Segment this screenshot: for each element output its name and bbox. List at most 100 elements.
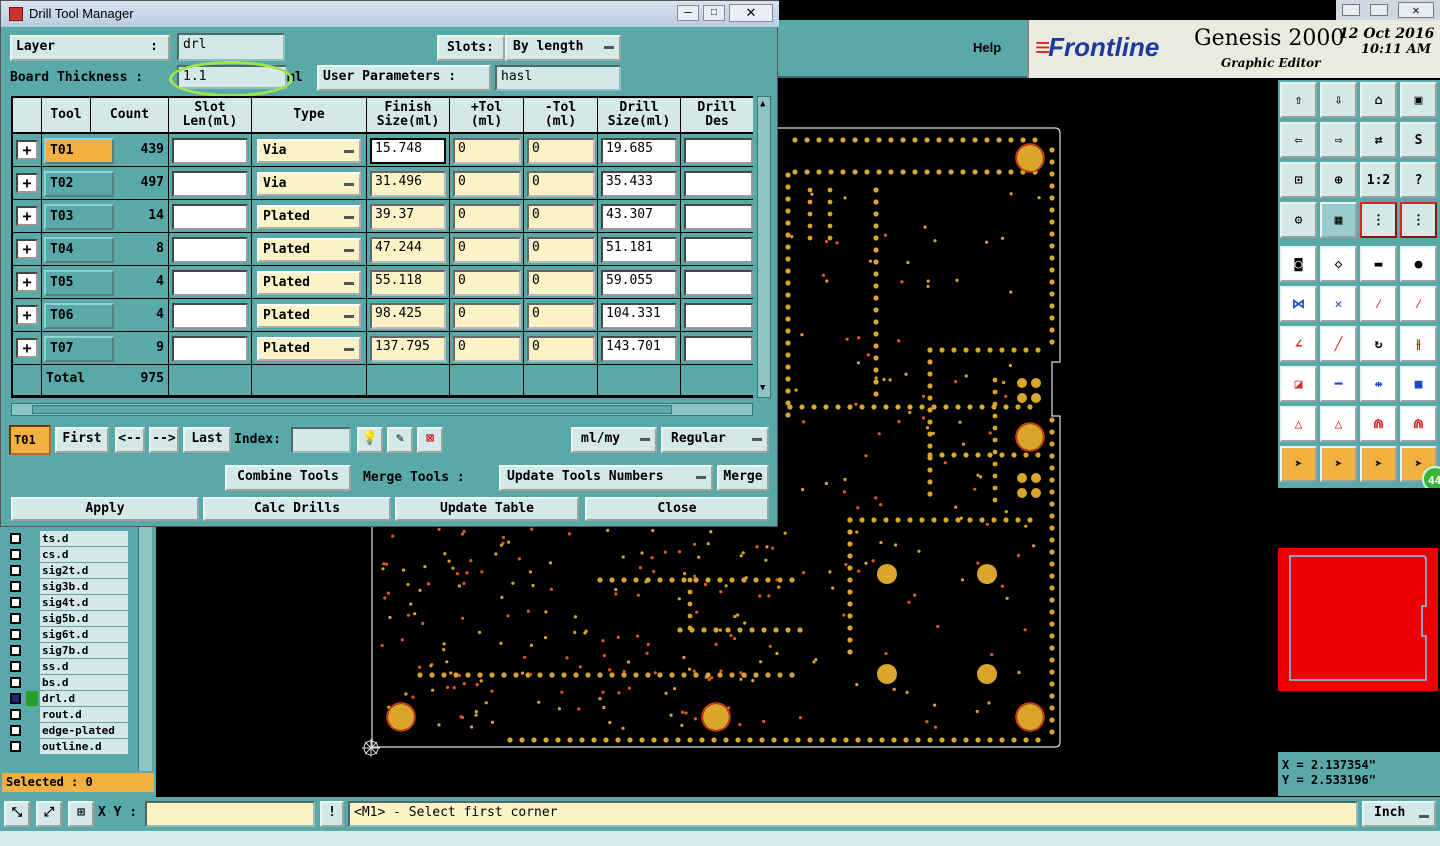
home-icon[interactable]: ⌂: [1360, 82, 1397, 118]
diagonal-icon[interactable]: ╱: [1320, 326, 1357, 362]
layer-checkbox[interactable]: [10, 677, 21, 688]
table-hscrollbar[interactable]: [11, 403, 753, 416]
apply-button[interactable]: Apply: [11, 497, 199, 521]
tool-type-select[interactable]: Via: [257, 139, 361, 163]
layer-checkbox[interactable]: [10, 741, 21, 752]
node-link-icon[interactable]: ⋈: [1280, 286, 1317, 322]
plus-tol-input[interactable]: 0: [453, 237, 521, 263]
zoom-area-icon[interactable]: ⤢: [36, 801, 62, 827]
layer-row[interactable]: sig7b.d: [6, 643, 156, 658]
expand-icon[interactable]: +: [16, 239, 38, 259]
layer-row[interactable]: bs.d: [6, 675, 156, 690]
layer-checkbox[interactable]: [10, 597, 21, 608]
tool-type-select[interactable]: Plated: [257, 337, 361, 361]
combine-tools-button[interactable]: Combine Tools: [225, 465, 351, 491]
drill-des-input[interactable]: [684, 336, 753, 362]
calc-drills-button[interactable]: Calc Drills: [203, 497, 391, 521]
minus-tol-input[interactable]: 0: [527, 204, 595, 230]
tool-type-select[interactable]: Via: [257, 172, 361, 196]
tool-name[interactable]: T02: [44, 171, 114, 197]
minus-tol-input[interactable]: 0: [527, 171, 595, 197]
layer-row[interactable]: sig5b.d: [6, 611, 156, 626]
hline-icon[interactable]: ━: [1320, 366, 1357, 402]
minus-tol-input[interactable]: 0: [527, 138, 595, 164]
units-dropdown[interactable]: ml/my: [571, 427, 657, 453]
hscroll-thumb[interactable]: [32, 405, 672, 414]
delete-icon[interactable]: ⊠: [417, 427, 443, 453]
pointer-icon[interactable]: ➤: [1280, 446, 1317, 482]
layer-row[interactable]: sig2t.d: [6, 563, 156, 578]
layer-row[interactable]: cs.d: [6, 547, 156, 562]
drill-des-input[interactable]: [684, 237, 753, 263]
units-select[interactable]: Inch: [1362, 801, 1436, 827]
move-up-icon[interactable]: ⇧: [1280, 82, 1317, 118]
finish-size-input[interactable]: 137.795: [370, 336, 446, 362]
pointer-box-icon[interactable]: ➤: [1320, 446, 1357, 482]
last-button[interactable]: Last: [183, 427, 231, 453]
dialog-close-icon[interactable]: ✕: [729, 4, 773, 22]
split-icon[interactable]: ⫲: [1400, 326, 1437, 362]
first-button[interactable]: First: [55, 427, 109, 453]
tool-name[interactable]: T01: [44, 138, 114, 164]
slot-length-input[interactable]: [172, 303, 248, 329]
pointer-circle-icon[interactable]: ➤: [1360, 446, 1397, 482]
drill-size-input[interactable]: 43.307: [601, 204, 677, 230]
line-node-icon[interactable]: ⁄: [1360, 286, 1397, 322]
layer-row[interactable]: sig3b.d: [6, 579, 156, 594]
restore-icon[interactable]: [1370, 4, 1388, 16]
tool-type-select[interactable]: Plated: [257, 238, 361, 262]
user-parameters-input[interactable]: hasl: [495, 65, 621, 91]
plus-tol-input[interactable]: 0: [453, 303, 521, 329]
layer-checkbox[interactable]: [10, 565, 21, 576]
finish-size-input[interactable]: 55.118: [370, 270, 446, 296]
swap-icon[interactable]: ⇄: [1360, 122, 1397, 158]
expand-icon[interactable]: +: [16, 173, 38, 193]
layer-checkbox[interactable]: [10, 613, 21, 624]
prev-button[interactable]: <--: [115, 427, 145, 453]
move-right-icon[interactable]: ⇨: [1320, 122, 1357, 158]
layers-red-icon[interactable]: ⋮: [1360, 202, 1397, 238]
dimension-icon[interactable]: ⇹: [1360, 366, 1397, 402]
drill-des-input[interactable]: [684, 204, 753, 230]
arch-icon[interactable]: ⋒: [1360, 406, 1397, 442]
slot-length-input[interactable]: [172, 138, 248, 164]
grid-snap-icon[interactable]: ⊞: [68, 801, 94, 827]
line-node2-icon[interactable]: ⁄: [1400, 286, 1437, 322]
plus-tol-input[interactable]: 0: [453, 270, 521, 296]
drill-size-input[interactable]: 35.433: [601, 171, 677, 197]
layer-checkbox[interactable]: [10, 533, 21, 544]
merge-mode-select[interactable]: Update Tools Numbers: [499, 465, 713, 491]
expand-icon[interactable]: +: [16, 140, 38, 160]
slots-select[interactable]: By length: [505, 35, 621, 61]
merge-button[interactable]: Merge: [717, 465, 769, 491]
tool-name[interactable]: T05: [44, 270, 114, 296]
finish-size-input[interactable]: 47.244: [370, 237, 446, 263]
minus-tol-input[interactable]: 0: [527, 270, 595, 296]
angle-icon[interactable]: ∠: [1280, 326, 1317, 362]
polygon-icon[interactable]: ◇: [1320, 246, 1357, 282]
board-preview[interactable]: [1278, 488, 1440, 752]
plus-tol-input[interactable]: 0: [453, 204, 521, 230]
cross-node-icon[interactable]: ✕: [1320, 286, 1357, 322]
drill-size-input[interactable]: 19.685: [601, 138, 677, 164]
minus-tol-input[interactable]: 0: [527, 237, 595, 263]
drill-size-input[interactable]: 59.055: [601, 270, 677, 296]
drill-des-input[interactable]: [684, 270, 753, 296]
slot-length-input[interactable]: [172, 237, 248, 263]
finish-size-input[interactable]: 15.748: [370, 138, 446, 164]
move-down-icon[interactable]: ⇩: [1320, 82, 1357, 118]
dot-icon[interactable]: ●: [1400, 246, 1437, 282]
slot-length-input[interactable]: [172, 270, 248, 296]
table-vscrollbar[interactable]: ▲ ▼: [757, 96, 771, 398]
shapes-icon[interactable]: ■: [1400, 366, 1437, 402]
next-button[interactable]: -->: [149, 427, 179, 453]
edit-icon[interactable]: ✎: [387, 427, 413, 453]
triangle-icon[interactable]: △: [1280, 406, 1317, 442]
close-icon[interactable]: ✕: [1398, 2, 1434, 18]
layer-checkbox[interactable]: [10, 693, 21, 704]
mode-dropdown[interactable]: Regular: [661, 427, 769, 453]
zoom-center-icon[interactable]: ⊕: [1320, 162, 1357, 198]
layer-checkbox[interactable]: [10, 549, 21, 560]
index-input[interactable]: [291, 427, 351, 453]
tool-name[interactable]: T04: [44, 237, 114, 263]
